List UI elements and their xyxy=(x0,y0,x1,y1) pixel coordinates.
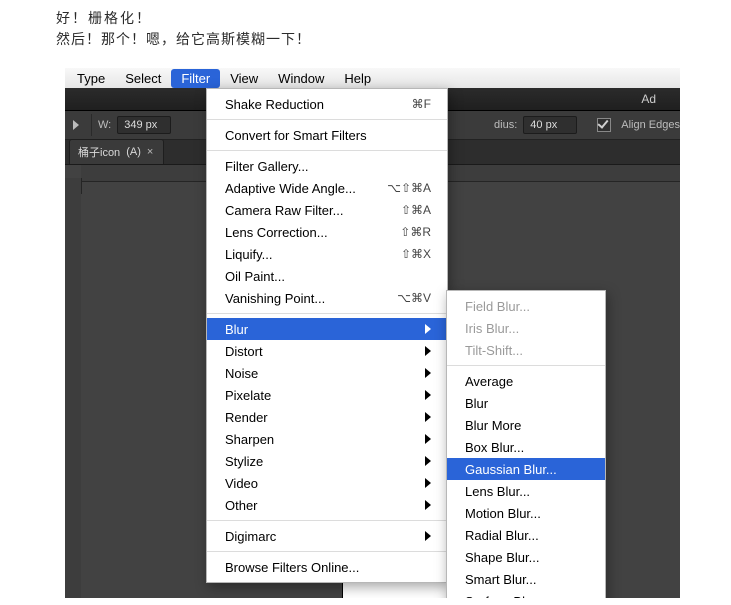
menu-item-filter-gallery[interactable]: Filter Gallery... xyxy=(207,155,447,177)
close-icon[interactable]: × xyxy=(147,146,153,158)
submenu-item-tilt-shift: Tilt-Shift... xyxy=(447,339,605,361)
submenu-item-average[interactable]: Average xyxy=(447,370,605,392)
menu-item-distort[interactable]: Distort xyxy=(207,340,447,362)
menu-item-noise[interactable]: Noise xyxy=(207,362,447,384)
menu-item-blur[interactable]: Blur xyxy=(207,318,447,340)
menu-item-render[interactable]: Render xyxy=(207,406,447,428)
radius-field[interactable]: 40 px xyxy=(523,116,577,134)
document-tab[interactable]: 桶子icon (A) × xyxy=(69,139,164,164)
submenu-item-iris-blur: Iris Blur... xyxy=(447,317,605,339)
menu-item-liquify[interactable]: Liquify... ⇧⌘X xyxy=(207,243,447,265)
narration-line-2: 然后！那个！嗯，给它高斯模糊一下！ xyxy=(56,29,731,50)
document-tab-zoom: (A) xyxy=(126,146,141,158)
submenu-arrow-icon xyxy=(425,324,431,334)
submenu-item-shape-blur[interactable]: Shape Blur... xyxy=(447,546,605,568)
menu-filter[interactable]: Filter xyxy=(171,69,220,88)
submenu-arrow-icon xyxy=(425,390,431,400)
narration-text: 好！栅格化！ 然后！那个！嗯，给它高斯模糊一下！ xyxy=(0,0,731,50)
ruler-vertical[interactable] xyxy=(65,178,82,598)
submenu-arrow-icon xyxy=(425,346,431,356)
menu-item-other[interactable]: Other xyxy=(207,494,447,516)
menu-item-oil-paint[interactable]: Oil Paint... xyxy=(207,265,447,287)
menu-item-stylize[interactable]: Stylize xyxy=(207,450,447,472)
submenu-arrow-icon xyxy=(425,456,431,466)
align-edges-label: Align Edges xyxy=(621,119,680,131)
tool-preset-icon[interactable] xyxy=(71,118,85,132)
submenu-item-smart-blur[interactable]: Smart Blur... xyxy=(447,568,605,590)
submenu-arrow-icon xyxy=(425,412,431,422)
submenu-item-lens-blur[interactable]: Lens Blur... xyxy=(447,480,605,502)
menu-item-shake-reduction[interactable]: Shake Reduction ⌘F xyxy=(207,93,447,115)
submenu-arrow-icon xyxy=(425,478,431,488)
submenu-arrow-icon xyxy=(425,500,431,510)
radius-label: dius: xyxy=(494,119,517,131)
submenu-arrow-icon xyxy=(425,531,431,541)
ps-brand-text: Ad xyxy=(641,92,656,106)
narration-line-1: 好！栅格化！ xyxy=(56,8,731,29)
submenu-arrow-icon xyxy=(425,368,431,378)
menu-item-lens-correction[interactable]: Lens Correction... ⇧⌘R xyxy=(207,221,447,243)
menu-item-browse-filters-online[interactable]: Browse Filters Online... xyxy=(207,556,447,578)
width-label: W: xyxy=(98,119,111,131)
menu-item-pixelate[interactable]: Pixelate xyxy=(207,384,447,406)
submenu-arrow-icon xyxy=(425,434,431,444)
submenu-item-surface-blur[interactable]: Surface Blur... xyxy=(447,590,605,598)
align-edges-checkbox[interactable] xyxy=(597,118,611,132)
submenu-item-gaussian-blur[interactable]: Gaussian Blur... xyxy=(447,458,605,480)
document-tab-title: 桶子icon xyxy=(78,144,120,160)
photoshop-window: Type Select Filter View Window Help Ad W… xyxy=(65,68,680,598)
submenu-item-radial-blur[interactable]: Radial Blur... xyxy=(447,524,605,546)
menu-item-camera-raw[interactable]: Camera Raw Filter... ⇧⌘A xyxy=(207,199,447,221)
menu-item-digimarc[interactable]: Digimarc xyxy=(207,525,447,547)
width-field[interactable]: 349 px xyxy=(117,116,171,134)
osx-menubar: Type Select Filter View Window Help xyxy=(65,68,680,88)
menu-item-video[interactable]: Video xyxy=(207,472,447,494)
submenu-item-blur-more[interactable]: Blur More xyxy=(447,414,605,436)
submenu-item-motion-blur[interactable]: Motion Blur... xyxy=(447,502,605,524)
menu-window[interactable]: Window xyxy=(268,69,334,88)
divider xyxy=(91,114,92,136)
blur-submenu: Field Blur... Iris Blur... Tilt-Shift...… xyxy=(446,290,606,598)
menu-item-vanishing-point[interactable]: Vanishing Point... ⌥⌘V xyxy=(207,287,447,309)
submenu-item-box-blur[interactable]: Box Blur... xyxy=(447,436,605,458)
menu-item-adaptive-wide-angle[interactable]: Adaptive Wide Angle... ⌥⇧⌘A xyxy=(207,177,447,199)
menu-type[interactable]: Type xyxy=(67,69,115,88)
menu-select[interactable]: Select xyxy=(115,69,171,88)
menu-view[interactable]: View xyxy=(220,69,268,88)
submenu-item-blur[interactable]: Blur xyxy=(447,392,605,414)
menu-help[interactable]: Help xyxy=(334,69,381,88)
submenu-item-field-blur: Field Blur... xyxy=(447,295,605,317)
menu-item-convert-smart-filters[interactable]: Convert for Smart Filters xyxy=(207,124,447,146)
menu-item-sharpen[interactable]: Sharpen xyxy=(207,428,447,450)
filter-menu: Shake Reduction ⌘F Convert for Smart Fil… xyxy=(206,88,448,583)
